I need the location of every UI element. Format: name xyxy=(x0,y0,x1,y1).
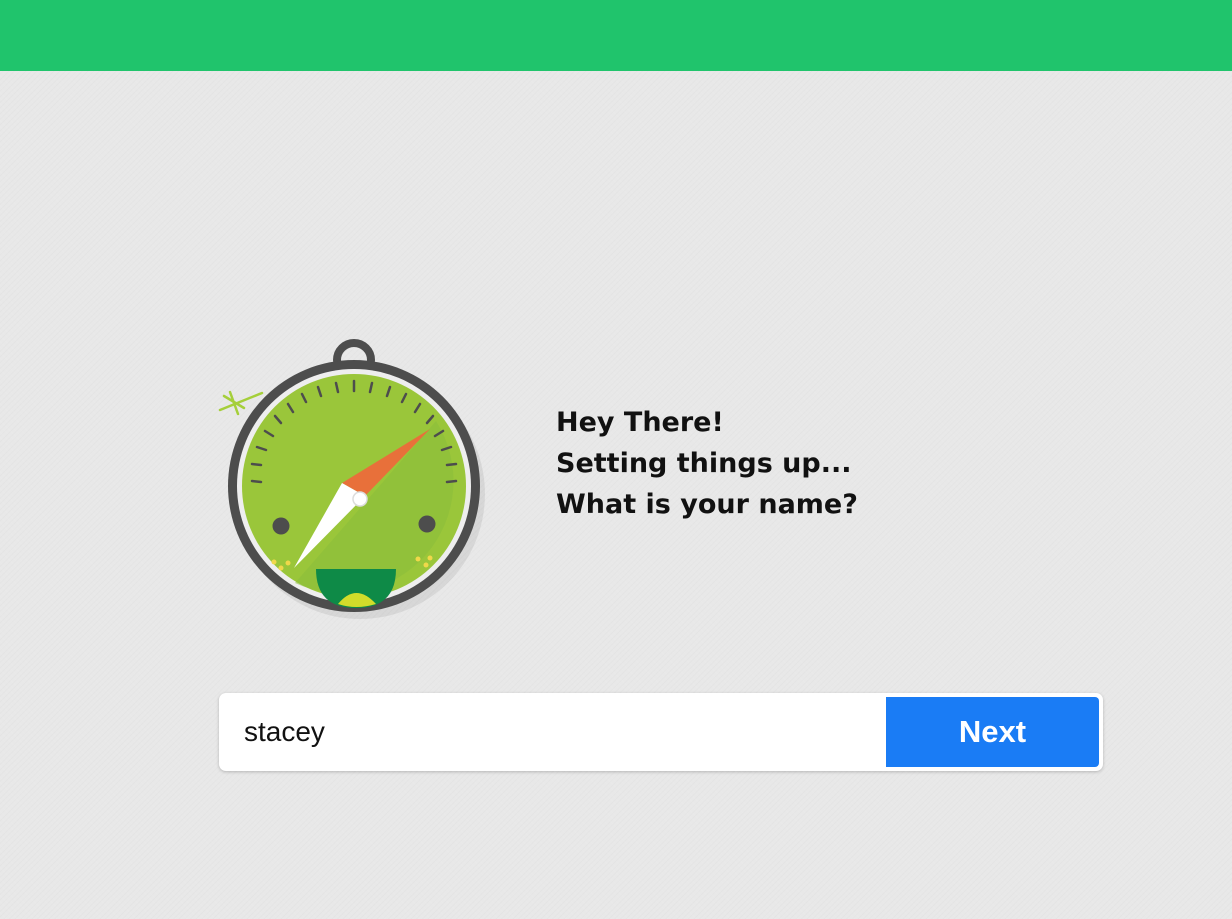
top-bar xyxy=(0,0,1232,71)
greeting-line-1: Hey There! xyxy=(556,407,724,438)
greeting-line-3: What is your name? xyxy=(556,489,858,520)
greeting-text: Hey There! Setting things up... What is … xyxy=(556,402,976,525)
next-button[interactable]: Next xyxy=(886,697,1099,767)
compass-mascot-icon xyxy=(218,339,485,619)
name-input[interactable] xyxy=(219,693,885,771)
greeting-line-2: Setting things up... xyxy=(556,448,852,479)
name-form: Next xyxy=(219,693,1103,771)
